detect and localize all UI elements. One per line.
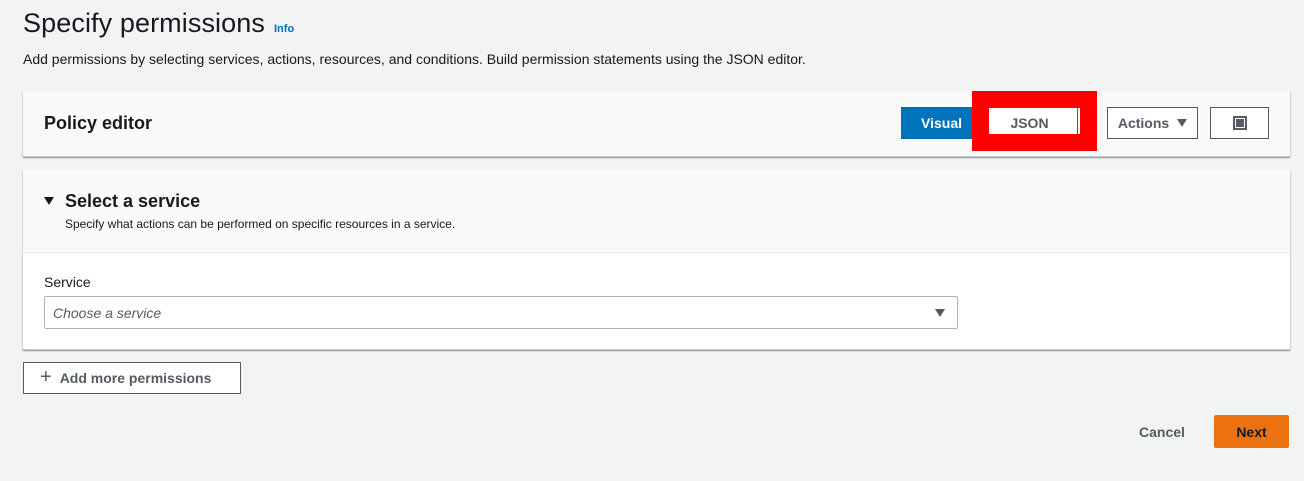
select-service-description: Specify what actions can be performed on…: [65, 217, 456, 231]
info-link[interactable]: Info: [274, 23, 294, 35]
caret-down-icon: [935, 309, 945, 317]
fullscreen-button[interactable]: [1210, 107, 1269, 139]
policy-editor-card: Policy editor Visual JSON Actions: [23, 91, 1290, 157]
plus-icon: +: [40, 366, 52, 388]
title-row: Specify permissions Info: [23, 8, 294, 39]
select-service-header[interactable]: Select a service Specify what actions ca…: [23, 170, 1290, 253]
service-select[interactable]: Choose a service: [44, 296, 958, 329]
policy-editor-title: Policy editor: [44, 113, 153, 133]
fullscreen-icon: [1232, 116, 1247, 130]
json-mode-button[interactable]: JSON: [982, 107, 1078, 139]
service-select-placeholder: Choose a service: [53, 304, 162, 321]
caret-down-icon: [1177, 119, 1188, 127]
service-label: Service: [44, 274, 91, 290]
actions-label: Actions: [1117, 115, 1170, 131]
expand-caret-icon[interactable]: [44, 197, 54, 205]
add-more-permissions-label: Add more permissions: [59, 370, 212, 386]
next-button[interactable]: Next: [1214, 415, 1289, 448]
select-service-card: Select a service Specify what actions ca…: [23, 170, 1290, 350]
page: Specify permissions Info Add permissions…: [0, 0, 1304, 481]
page-description: Add permissions by selecting services, a…: [23, 51, 806, 67]
add-more-permissions-button[interactable]: + Add more permissions: [23, 362, 241, 394]
visual-mode-button[interactable]: Visual: [901, 107, 982, 139]
page-title: Specify permissions: [23, 8, 265, 38]
actions-dropdown-button[interactable]: Actions: [1107, 107, 1198, 139]
select-service-title: Select a service: [65, 191, 201, 211]
editor-mode-toggle: Visual JSON: [901, 107, 1078, 139]
cancel-button[interactable]: Cancel: [1130, 416, 1194, 448]
